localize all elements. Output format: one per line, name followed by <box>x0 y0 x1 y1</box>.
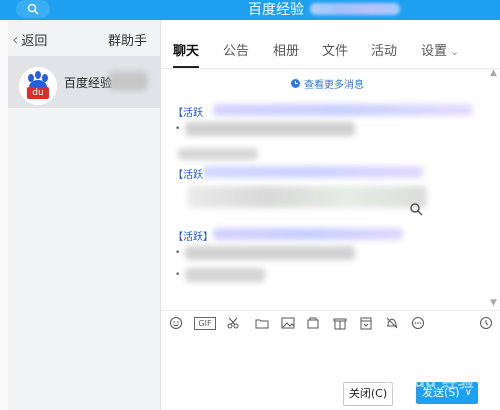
group-name-redaction <box>108 71 148 91</box>
message-redaction <box>187 186 427 208</box>
message-redaction <box>203 166 423 178</box>
tab-bar: 聊天 公告 相册 文件 活动 设置 ⌄ <box>161 20 500 69</box>
message-item: 【活跃 • <box>173 104 483 164</box>
message-item: 【活跃】 • • <box>173 228 483 298</box>
back-button[interactable]: ‹ 返回 <box>12 30 48 50</box>
avatar-badge: du <box>27 87 49 99</box>
title-redaction <box>310 3 400 15</box>
tab-chat[interactable]: 聊天 <box>173 40 200 68</box>
chat-main: 聊天 公告 相册 文件 活动 设置 ⌄ ▲ 查看更多消息 【活跃 • 【活跃 【活… <box>161 20 500 410</box>
input-toolbar: GIF <box>161 310 500 333</box>
tab-files[interactable]: 文件 <box>322 40 348 59</box>
bell-icon[interactable] <box>385 316 399 330</box>
chevron-down-icon: ⌄ <box>450 45 460 58</box>
scroll-down-icon[interactable]: ▼ <box>490 298 497 308</box>
tab-settings[interactable]: 设置 ⌄ <box>421 40 459 59</box>
image-icon[interactable] <box>281 316 295 330</box>
message-redaction <box>185 122 355 136</box>
tab-announcement[interactable]: 公告 <box>223 40 249 59</box>
more-messages-link[interactable]: 查看更多消息 <box>291 76 364 91</box>
gift-icon[interactable] <box>333 316 347 330</box>
more-messages-label: 查看更多消息 <box>304 80 364 91</box>
scissors-icon[interactable] <box>226 316 240 330</box>
sidebar-header: ‹ 返回 群助手 <box>8 20 160 56</box>
message-redaction <box>185 268 265 282</box>
window-title: 百度经验 <box>248 2 304 18</box>
bullet-icon: • <box>175 248 181 258</box>
sidebar: ‹ 返回 群助手 du 百度经验 <box>8 20 161 410</box>
message-redaction <box>213 228 403 240</box>
message-redaction <box>213 104 473 116</box>
avatar: du <box>18 66 58 106</box>
smile-icon[interactable] <box>169 316 183 330</box>
message-redaction <box>185 246 355 260</box>
search-icon <box>27 3 39 15</box>
tab-events[interactable]: 活动 <box>371 40 397 59</box>
message-tag: 【活跃】 <box>173 232 213 243</box>
clock-icon <box>291 79 300 88</box>
chevron-left-icon: ‹ <box>12 30 19 49</box>
group-helper-link[interactable]: 群助手 <box>108 30 147 49</box>
search-button[interactable] <box>16 0 50 18</box>
calendar-icon[interactable] <box>359 316 373 330</box>
back-label: 返回 <box>21 34 48 49</box>
folder-icon[interactable] <box>255 316 269 330</box>
message-redaction <box>178 148 258 160</box>
gif-icon[interactable]: GIF <box>194 317 216 330</box>
bullet-icon: • <box>175 124 181 134</box>
bullet-icon: • <box>175 270 181 280</box>
message-item: 【活跃 <box>173 166 483 220</box>
screenshot-icon[interactable] <box>306 316 320 330</box>
scroll-up-icon[interactable]: ▲ <box>490 68 497 78</box>
zoom-icon <box>410 203 423 216</box>
title-bar: 百度经验 <box>0 0 500 20</box>
tab-settings-label: 设置 <box>421 44 448 59</box>
paw-logo-icon <box>28 71 48 94</box>
message-tag: 【活跃 <box>173 108 203 119</box>
more-icon[interactable] <box>411 316 425 330</box>
message-tag: 【活跃 <box>173 170 203 181</box>
tab-album[interactable]: 相册 <box>273 40 299 59</box>
watermark: Baidu 经验 <box>385 372 474 391</box>
group-name: 百度经验 <box>64 76 113 90</box>
history-icon[interactable] <box>479 316 493 330</box>
sidebar-item-group[interactable]: du 百度经验 <box>8 56 160 108</box>
